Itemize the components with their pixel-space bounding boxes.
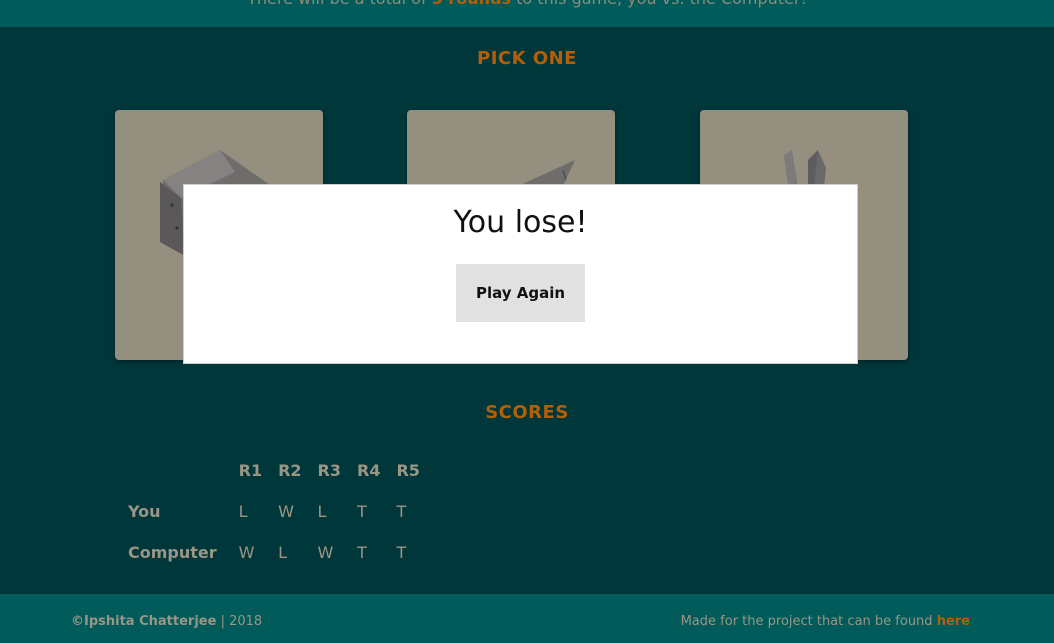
- score-cell: L: [238, 502, 248, 521]
- scores-title: SCORES: [485, 402, 569, 423]
- score-cell: W: [278, 502, 294, 521]
- result-modal: You lose! Play Again: [183, 184, 858, 364]
- pick-one-title: PICK ONE: [477, 48, 577, 69]
- score-cell: T: [357, 502, 367, 521]
- top-bar: There will be a total of 5 rounds to thi…: [0, 0, 1054, 27]
- computer-label: Computer: [128, 543, 217, 562]
- table-row: You L W L T T: [120, 491, 428, 532]
- footer-author: ©Ipshita Chatterjee: [71, 614, 217, 629]
- score-cell: L: [278, 543, 288, 562]
- intro-text: There will be a total of 5 rounds to thi…: [0, 0, 1054, 8]
- footer: ©Ipshita Chatterjee | 2018 Made for the …: [0, 594, 1054, 643]
- table-row: Computer W L W T T: [120, 532, 428, 573]
- round-header: R5: [396, 461, 420, 480]
- round-header: R1: [238, 461, 263, 480]
- footer-made-for: Made for the project that can be found: [680, 614, 933, 629]
- intro-suffix: to this game, you vs. the Computer!: [516, 0, 807, 8]
- footer-here-link[interactable]: here: [937, 614, 970, 629]
- intro-rounds: 5 rounds: [432, 0, 511, 8]
- result-title: You lose!: [453, 205, 588, 240]
- footer-project: Made for the project that can be found h…: [681, 614, 970, 629]
- score-cell: T: [357, 543, 367, 562]
- footer-credit: ©Ipshita Chatterjee | 2018: [71, 614, 262, 629]
- score-cell: T: [396, 502, 407, 521]
- round-header: R2: [278, 461, 302, 480]
- score-cell: T: [396, 543, 407, 562]
- scores-table: R1 R2 R3 R4 R5 You L W L T T Computer W …: [120, 450, 428, 573]
- scores-header-row: R1 R2 R3 R4 R5: [120, 450, 428, 491]
- round-header: R3: [317, 461, 341, 480]
- score-cell: W: [238, 543, 255, 562]
- scores-corner: [120, 450, 231, 491]
- player-label: You: [128, 502, 161, 521]
- score-cell: W: [317, 543, 334, 562]
- play-again-button[interactable]: Play Again: [456, 264, 585, 322]
- intro-prefix: There will be a total of: [247, 0, 427, 8]
- score-cell: L: [317, 502, 327, 521]
- round-header: R4: [357, 461, 381, 480]
- footer-year: | 2018: [220, 614, 263, 629]
